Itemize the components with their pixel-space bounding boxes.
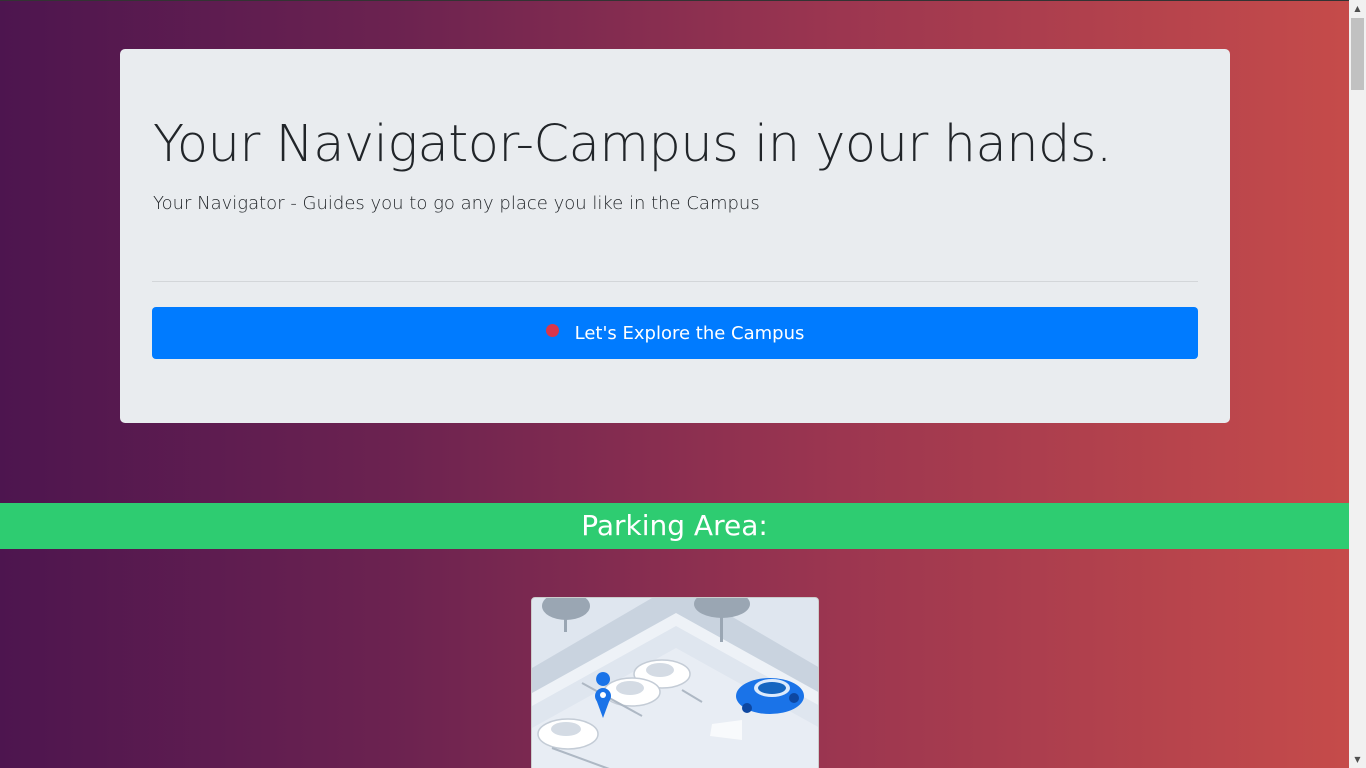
scroll-down-arrow-icon[interactable]: ▼ — [1349, 751, 1366, 768]
window-top-border — [0, 0, 1366, 1]
map-pin-dot-icon — [545, 323, 559, 337]
parking-lot-illustration — [532, 598, 818, 768]
hero-lead-text: Your Navigator - Guides you to go any pl… — [153, 193, 760, 214]
parking-illustration[interactable] — [531, 597, 819, 768]
explore-campus-button-label: Let's Explore the Campus — [574, 322, 805, 344]
scroll-up-arrow-icon[interactable]: ▲ — [1349, 0, 1366, 17]
hero-jumbotron: Your Navigator-Campus in your hands. You… — [120, 49, 1230, 423]
parking-section-header: Parking Area: — [0, 503, 1349, 549]
hero-headline: Your Navigator-Campus in your hands. — [153, 115, 1112, 174]
vertical-scrollbar[interactable]: ▲ ▼ — [1349, 0, 1366, 768]
hero-divider — [152, 281, 1198, 282]
scrollbar-thumb[interactable] — [1351, 18, 1364, 90]
parking-section-title: Parking Area: — [581, 509, 768, 542]
explore-campus-button[interactable]: Let's Explore the Campus — [152, 307, 1198, 359]
